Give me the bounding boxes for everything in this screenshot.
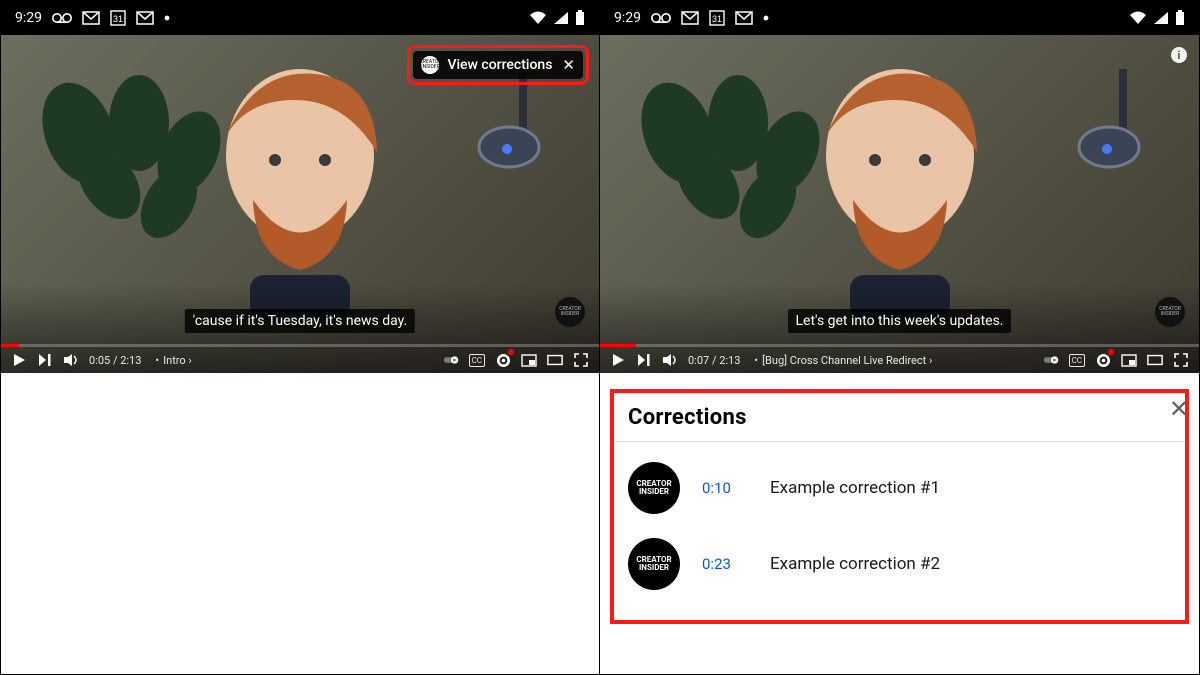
timecode: 0:05 / 2:13 [89,354,141,367]
more-dot-icon [763,15,769,21]
svg-text:31: 31 [712,14,722,24]
gmail-icon [735,11,753,25]
channel-watermark[interactable]: CREATOR INSIDER [1155,297,1185,327]
info-icon[interactable]: i [1171,47,1187,63]
close-card-icon[interactable]: ✕ [560,56,575,74]
battery-icon [1175,10,1185,26]
status-time: 9:29 [614,10,641,26]
theater-icon[interactable] [547,352,563,368]
svg-text:31: 31 [113,14,123,24]
closed-caption-text: 'cause if it's Tuesday, it's news day. [185,309,415,333]
settings-icon[interactable] [1095,352,1111,368]
wifi-icon [1129,11,1147,25]
next-icon[interactable] [37,352,53,368]
chapter-label[interactable]: [Bug] Cross Channel Live Redirect › [750,354,932,367]
video-player[interactable]: CREATOR INSIDER View corrections ✕ 'caus… [1,35,599,373]
player-controls: 0:07 / 2:13 [Bug] Cross Channel Live Red… [600,347,1199,373]
channel-watermark[interactable]: CREATOR INSIDER [555,297,585,327]
volume-icon[interactable] [63,352,79,368]
status-time: 9:29 [15,10,42,26]
more-dot-icon [164,15,170,21]
view-corrections-card[interactable]: CREATOR INSIDER View corrections ✕ [413,51,583,79]
autoplay-toggle-icon[interactable] [443,352,459,368]
corrections-panel-highlight: Corrections ✕ CREATOR INSIDER 0:10 Examp… [610,389,1189,624]
close-icon[interactable]: ✕ [1169,395,1189,423]
video-player[interactable]: i Let's get into this week's updates. CR… [600,35,1199,373]
voicemail-icon [651,12,671,24]
status-bar: 9:29 31 [1,1,599,35]
autoplay-toggle-icon[interactable] [1043,352,1059,368]
correction-text: Example correction #2 [770,554,940,574]
view-corrections-highlight: CREATOR INSIDER View corrections ✕ [407,45,589,85]
chapter-label[interactable]: Intro › [151,354,191,367]
fullscreen-icon[interactable] [573,352,589,368]
channel-avatar-icon: CREATOR INSIDER [628,538,680,590]
correction-timestamp[interactable]: 0:10 [702,479,748,497]
gmail-icon [136,11,154,25]
person-decor [195,60,405,320]
comparison-container: 9:29 31 CREATOR INSIDER V [0,0,1200,675]
timecode: 0:07 / 2:13 [688,354,740,367]
voicemail-icon [52,12,72,24]
correction-item[interactable]: CREATOR INSIDER 0:10 Example correction … [628,450,1171,526]
gmail-icon [681,11,699,25]
calendar-icon: 31 [110,10,126,26]
right-panel: 9:29 31 i Let's get into this week's upd… [600,1,1199,674]
status-bar: 9:29 31 [600,1,1199,35]
theater-icon[interactable] [1147,352,1163,368]
volume-icon[interactable] [662,352,678,368]
signal-icon [553,11,569,25]
play-icon[interactable] [11,352,27,368]
correction-timestamp[interactable]: 0:23 [702,555,748,573]
battery-icon [575,10,585,26]
cc-icon[interactable]: CC [469,354,485,367]
correction-item[interactable]: CREATOR INSIDER 0:23 Example correction … [628,526,1171,602]
divider [614,441,1185,442]
player-controls: 0:05 / 2:13 Intro › CC [1,347,599,373]
gmail-icon [82,11,100,25]
settings-icon[interactable] [495,352,511,368]
signal-icon [1153,11,1169,25]
person-decor [795,60,1005,320]
cc-icon[interactable]: CC [1069,354,1085,367]
play-icon[interactable] [610,352,626,368]
left-panel: 9:29 31 CREATOR INSIDER V [1,1,600,674]
next-icon[interactable] [636,352,652,368]
view-corrections-label: View corrections [447,57,552,73]
channel-avatar-icon: CREATOR INSIDER [628,462,680,514]
wifi-icon [529,11,547,25]
closed-caption-text: Let's get into this week's updates. [788,309,1012,333]
microphone-decor [459,69,559,209]
correction-text: Example correction #1 [770,478,940,498]
fullscreen-icon[interactable] [1173,352,1189,368]
miniplayer-icon[interactable] [1121,352,1137,368]
calendar-icon: 31 [709,10,725,26]
microphone-decor [1059,69,1159,209]
miniplayer-icon[interactable] [521,352,537,368]
corrections-title: Corrections [628,405,747,430]
channel-avatar-icon: CREATOR INSIDER [421,56,439,74]
